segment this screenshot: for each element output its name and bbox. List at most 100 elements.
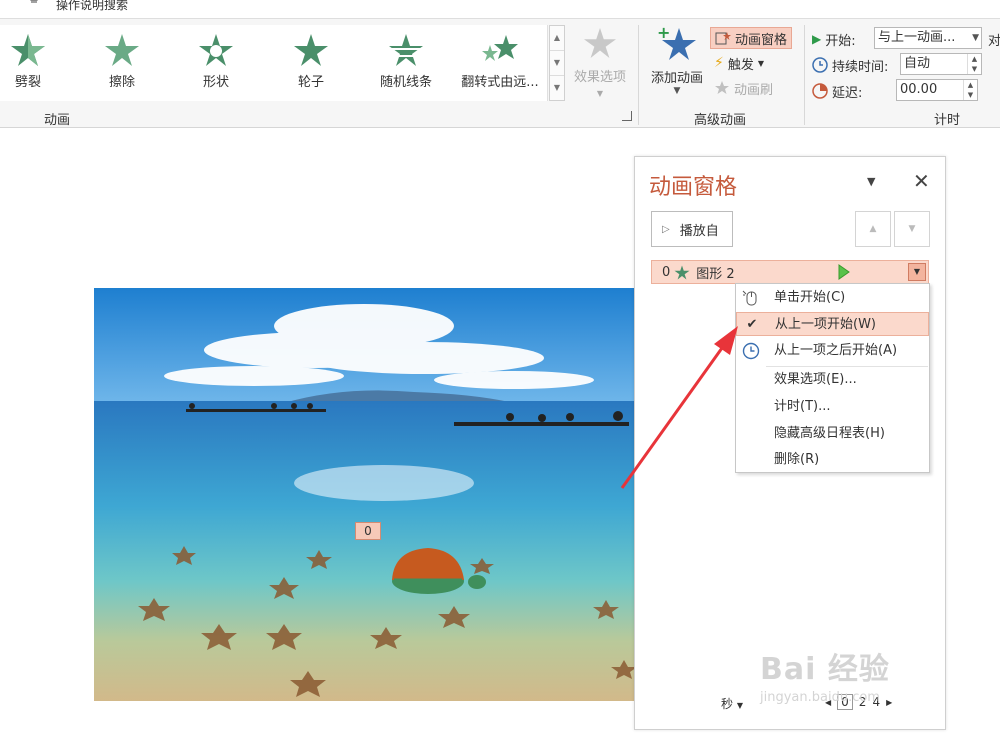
effect-options-button[interactable]: 效果选项 ▼ <box>568 27 632 107</box>
split-star-icon <box>11 34 45 66</box>
play-from-button[interactable]: ▷ 播放自 <box>651 211 733 247</box>
tell-me-search[interactable]: 操作说明搜索 <box>0 0 1000 18</box>
beach-photo <box>94 288 636 701</box>
menu-after-previous[interactable]: 从上一项之后开始(A) <box>736 339 929 363</box>
animation-pane-label: 动画窗格 <box>735 32 788 48</box>
lightning-icon: ⚡ <box>714 55 724 71</box>
delay-row: 延迟: <box>812 79 862 103</box>
dialog-launcher-icon[interactable] <box>622 111 632 121</box>
group-label-advanced: 高级动画 <box>694 113 747 128</box>
menu-separator <box>766 366 928 367</box>
entrance-star-icon <box>674 264 690 280</box>
with-previous-play-icon <box>838 264 850 280</box>
play-from-label: 播放自 <box>679 223 719 239</box>
animation-painter-label: 动画刷 <box>734 82 774 98</box>
effect-label: 轮子 <box>297 75 324 90</box>
add-animation-star-icon: + <box>657 23 696 60</box>
clock-icon <box>742 342 760 360</box>
divider <box>804 25 805 125</box>
effect-wheel[interactable]: 轮子 <box>271 33 351 97</box>
random-bars-star-icon <box>389 34 423 66</box>
effect-random-bars[interactable]: 随机线条 <box>366 33 446 97</box>
pane-options-icon[interactable]: ▼ <box>867 175 875 188</box>
scroll-up-icon[interactable]: ▲ <box>550 26 564 51</box>
menu-hide-timeline[interactable]: 隐藏高级日程表(H) <box>736 422 929 446</box>
grow-turn-star-icon <box>482 35 518 61</box>
effect-label: 随机线条 <box>379 75 432 90</box>
animation-pane-button[interactable]: 动画窗格 <box>710 27 793 49</box>
divider <box>638 25 639 125</box>
play-icon: ▶ <box>812 32 822 46</box>
watermark-logo-text: Bai 经验 <box>760 652 890 687</box>
timing-context-menu: 单击开始(C) ✔ 从上一项开始(W) 从上一项之后开始(A) 效果选项(E).… <box>735 283 930 473</box>
menu-effect-options[interactable]: 效果选项(E)... <box>736 368 929 392</box>
menu-with-previous[interactable]: ✔ 从上一项开始(W) <box>736 312 929 336</box>
watermark: Bai 经验 jingyan.baidu.com <box>760 644 950 730</box>
menu-label: 从上一项开始(W) <box>775 317 876 332</box>
gallery-more-icon[interactable]: ▼ <box>550 76 564 101</box>
menu-timing[interactable]: 计时(T)... <box>736 395 929 419</box>
item-dropdown-icon[interactable]: ▼ <box>908 263 926 281</box>
chevron-down-icon: ▼ <box>908 224 916 234</box>
effect-label: 形状 <box>202 75 229 90</box>
menu-remove[interactable]: 删除(R) <box>736 448 929 472</box>
effect-wipe[interactable]: 擦除 <box>82 33 162 97</box>
scroll-down-icon[interactable]: ▼ <box>550 51 564 76</box>
effect-label: 劈裂 <box>14 75 41 90</box>
seconds-text: 秒 <box>721 697 734 711</box>
menu-label: 删除(R) <box>774 452 820 467</box>
group-label-animation: 动画 <box>44 113 71 128</box>
wipe-star-icon <box>105 34 139 66</box>
seconds-label[interactable]: 秒 ▼ <box>721 695 743 712</box>
delay-spinner[interactable]: ▲ ▼ <box>963 80 977 100</box>
move-up-button[interactable]: ▲ <box>855 211 891 247</box>
item-order: 0 <box>662 264 671 280</box>
shape-star-icon <box>199 34 233 66</box>
wheel-star-icon <box>294 34 328 66</box>
lightbulb-icon <box>30 0 38 3</box>
chevron-down-icon: ▼ <box>757 58 765 68</box>
group-label-timing: 计时 <box>934 113 961 128</box>
effect-split[interactable]: 劈裂 <box>0 33 68 97</box>
animation-list-item[interactable]: 0 图形 2 ▼ <box>651 260 929 284</box>
menu-label: 隐藏高级日程表(H) <box>774 426 885 441</box>
menu-label: 从上一项之后开始(A) <box>774 343 898 358</box>
animation-gallery: 劈裂 擦除 形状 轮子 随机线条 翻转式由远... <box>0 25 548 101</box>
add-animation-label: 添加动画 <box>650 71 703 86</box>
animation-painter-button[interactable]: 动画刷 <box>710 77 777 99</box>
delay-field[interactable]: 00.00 ▲ ▼ <box>896 79 978 101</box>
delay-value: 00.00 <box>900 82 938 97</box>
slide-canvas[interactable] <box>94 288 636 701</box>
mouse-click-icon <box>742 290 757 306</box>
animation-order-tag[interactable]: 0 <box>355 522 381 540</box>
chevron-down-icon: ▼ <box>972 33 979 43</box>
close-icon[interactable]: ✕ <box>913 169 930 193</box>
menu-label: 计时(T)... <box>774 399 831 414</box>
gallery-scroll[interactable]: ▲ ▼ ▼ <box>549 25 565 101</box>
trigger-button[interactable]: ⚡ 触发 ▼ <box>710 52 768 74</box>
chevron-down-icon: ▼ <box>596 89 604 98</box>
effect-shape[interactable]: 形状 <box>176 33 256 97</box>
delay-label: 延迟: <box>832 85 863 101</box>
pane-title: 动画窗格 <box>649 175 738 200</box>
watermark-url: jingyan.baidu.com <box>760 690 880 705</box>
delay-clock-icon <box>812 83 828 99</box>
start-label: 开始: <box>825 33 856 49</box>
add-animation-button[interactable]: + 添加动画 ▼ <box>646 23 708 105</box>
effect-grow-turn[interactable]: 翻转式由远... <box>460 33 540 97</box>
menu-start-on-click[interactable]: 单击开始(C) <box>736 286 929 310</box>
effect-label: 擦除 <box>108 75 135 90</box>
checkmark-icon: ✔ <box>746 317 758 332</box>
duration-spinner[interactable]: ▲ ▼ <box>967 54 981 74</box>
move-down-button[interactable]: ▼ <box>894 211 930 247</box>
animation-painter-icon <box>715 81 729 94</box>
duration-label: 持续时间: <box>832 59 889 75</box>
effect-options-star-icon <box>584 27 616 59</box>
start-select[interactable]: 与上一动画... ▼ <box>874 27 982 49</box>
duration-field[interactable]: 自动 ▲ ▼ <box>900 53 982 75</box>
effect-label: 翻转式由远... <box>461 75 539 90</box>
chevron-down-icon: ▼ <box>673 86 681 96</box>
search-text: 操作说明搜索 <box>56 0 129 12</box>
start-value: 与上一动画... <box>878 30 956 45</box>
ribbon: 劈裂 擦除 形状 轮子 随机线条 翻转式由远... ▲ ▼ ▼ 效果选项 ▼ 动… <box>0 18 1000 128</box>
